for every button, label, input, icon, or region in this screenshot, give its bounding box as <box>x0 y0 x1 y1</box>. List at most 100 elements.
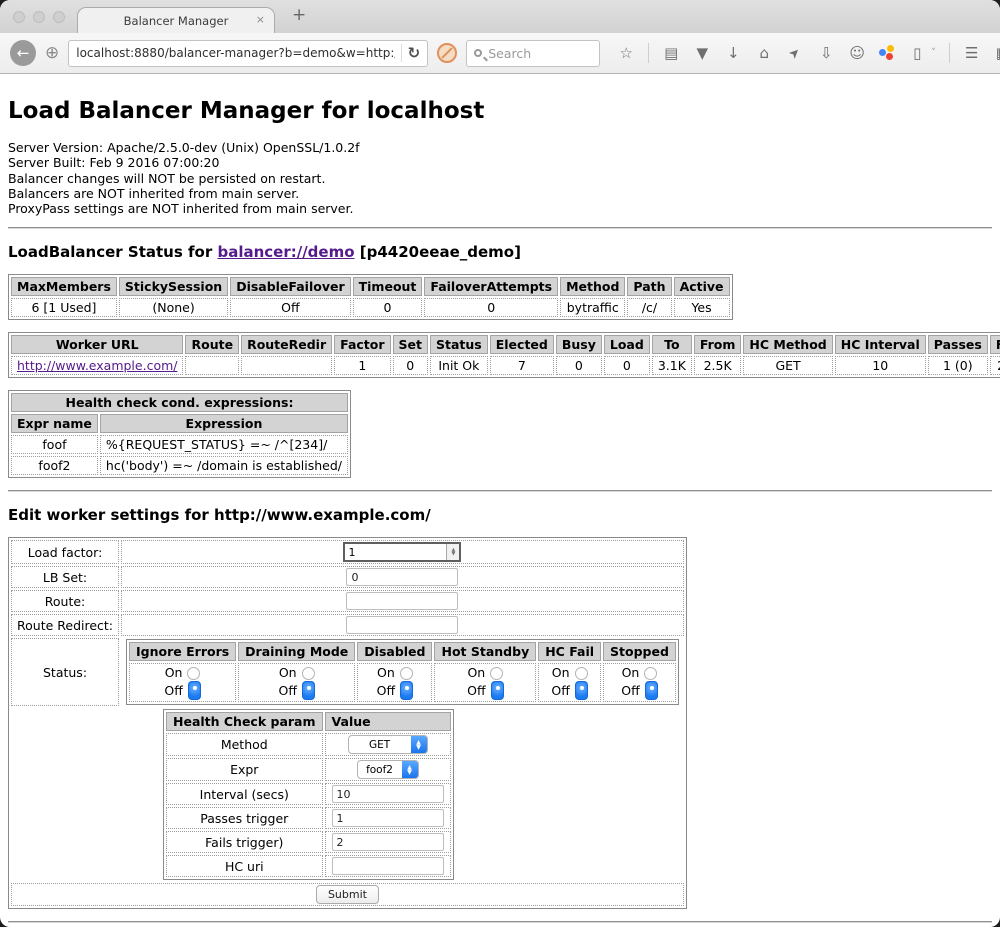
cell-timeout: 0 <box>353 298 423 317</box>
tab-balancer-manager[interactable]: Balancer Manager × <box>77 7 275 33</box>
close-window-button[interactable] <box>13 11 25 23</box>
col-passes: Passes <box>928 335 988 354</box>
col-hc-method: HC Method <box>743 335 832 354</box>
table-header-row: MaxMembers StickySession DisableFailover… <box>11 277 730 296</box>
on-label: On <box>552 665 570 681</box>
tab-grid-icon[interactable]: ▦ <box>994 44 1000 62</box>
method-select[interactable]: GET ▲▼ <box>348 735 428 754</box>
cell-expression: hc('body') =~ /domain is established/ <box>100 456 348 475</box>
col-set: Set <box>393 335 428 354</box>
off-label: Off <box>279 683 297 699</box>
containers-icon[interactable]: ▯ <box>908 44 926 62</box>
balancer-demo-link[interactable]: balancer://demo <box>217 243 354 261</box>
home-icon[interactable]: ⌂ <box>755 44 773 62</box>
back-button[interactable]: ← <box>10 40 36 66</box>
disabled-radios: On Off <box>357 663 432 702</box>
interval-input[interactable] <box>332 785 444 803</box>
col-health-value: Value <box>325 712 451 731</box>
lb-set-input[interactable] <box>346 568 458 586</box>
on-label: On <box>165 665 183 681</box>
col-elected: Elected <box>490 335 554 354</box>
hot-standby-off-radio[interactable] <box>491 681 504 700</box>
number-spinner-icon[interactable]: ▲▼ <box>446 544 459 560</box>
url-text[interactable]: localhost:8880/balancer-manager?b=demo&w… <box>76 46 394 60</box>
hot-standby-on-radio[interactable] <box>490 667 503 680</box>
toolbar-icons: ☆ ▤ ▼ ↓ ⌂ ➤ ⇩ ☺ ▯ ˅ ☰ ▦ <box>617 43 1000 63</box>
reload-icon[interactable]: ↻ <box>408 44 421 62</box>
draining-mode-off-radio[interactable] <box>302 681 315 700</box>
draining-mode-on-radio[interactable] <box>302 667 315 680</box>
health-row-expr: Expr foof2 ▲▼ <box>166 758 451 781</box>
status-header-row: Ignore Errors Draining Mode Disabled Hot… <box>129 642 676 661</box>
expr-select[interactable]: foof2 ▲▼ <box>357 760 419 779</box>
health-row-hc-uri: HC uri <box>166 855 451 877</box>
select-stepper-icon: ▲▼ <box>411 736 427 753</box>
off-label: Off <box>467 683 485 699</box>
search-input[interactable]: Search <box>466 40 600 67</box>
site-identity-globe-icon[interactable]: ⊕ <box>45 43 59 63</box>
pocket-icon[interactable]: ▼ <box>693 44 711 62</box>
disabled-on-radio[interactable] <box>400 667 413 680</box>
zoom-window-button[interactable] <box>53 11 65 23</box>
minimize-window-button[interactable] <box>33 11 45 23</box>
hc-fail-on-radio[interactable] <box>575 667 588 680</box>
col-method: Method <box>560 277 625 296</box>
fails-input[interactable] <box>332 833 444 851</box>
load-factor-label: Load factor: <box>11 540 119 564</box>
on-label: On <box>467 665 485 681</box>
ignore-errors-on-radio[interactable] <box>187 667 200 680</box>
downloads-icon[interactable]: ↓ <box>724 44 742 62</box>
save-page-icon[interactable]: ⇩ <box>817 44 835 62</box>
load-factor-input[interactable] <box>345 544 446 560</box>
menu-icon[interactable]: ☰ <box>963 44 981 62</box>
stopped-off-radio[interactable] <box>645 681 658 700</box>
load-factor-input-wrap: ▲▼ <box>343 542 461 562</box>
disabled-off-radio[interactable] <box>400 681 413 700</box>
cell-expr-name: foof <box>11 435 98 454</box>
form-row-health: Health Check param Value Method GET ▲▼ <box>11 708 684 881</box>
tab-bar: Balancer Manager × + <box>0 0 1000 33</box>
divider <box>8 490 992 492</box>
off-label: Off <box>621 683 639 699</box>
balancer-status-heading: LoadBalancer Status for balancer://demo … <box>8 243 992 261</box>
route-input[interactable] <box>346 592 458 610</box>
col-load: Load <box>604 335 650 354</box>
col-disablefailover: DisableFailover <box>230 277 350 296</box>
col-hc-interval: HC Interval <box>835 335 926 354</box>
worker-url-link[interactable]: http://www.example.com/ <box>17 358 177 373</box>
health-expressions-table: Health check cond. expressions: Expr nam… <box>8 390 351 478</box>
passes-input[interactable] <box>332 809 444 827</box>
col-to: To <box>652 335 692 354</box>
health-row-passes: Passes trigger <box>166 807 451 829</box>
cell-from: 2.5K <box>694 356 742 375</box>
blocker-addon-icon[interactable] <box>437 43 457 63</box>
col-maxmembers: MaxMembers <box>11 277 117 296</box>
route-redirect-input[interactable] <box>346 616 458 634</box>
table-header-row: Expr name Expression <box>11 414 348 433</box>
stopped-on-radio[interactable] <box>644 667 657 680</box>
ignore-errors-off-radio[interactable] <box>188 681 201 700</box>
col-worker-url: Worker URL <box>11 335 183 354</box>
reading-list-icon[interactable]: ▤ <box>662 44 680 62</box>
url-bar[interactable]: localhost:8880/balancer-manager?b=demo&w… <box>68 40 428 67</box>
cell-expr-name: foof2 <box>11 456 98 475</box>
status-label: Status: <box>11 638 119 706</box>
feedback-smiley-icon[interactable]: ☺ <box>848 44 866 62</box>
multi-account-dots-icon[interactable] <box>879 45 895 61</box>
cell-set: 0 <box>393 356 428 375</box>
hc-uri-input[interactable] <box>332 857 444 875</box>
off-label: Off <box>164 683 182 699</box>
hc-fail-off-radio[interactable] <box>575 681 588 700</box>
cell-route <box>185 356 239 375</box>
tab-close-icon[interactable]: × <box>256 13 265 26</box>
edit-worker-heading: Edit worker settings for http://www.exam… <box>8 506 992 524</box>
send-tab-icon[interactable]: ➤ <box>784 41 807 64</box>
table-row: foof2 hc('body') =~ /domain is establish… <box>11 456 348 475</box>
cell-path: /c/ <box>627 298 671 317</box>
submit-button[interactable]: Submit <box>316 885 379 904</box>
col-path: Path <box>627 277 671 296</box>
on-label: On <box>377 665 395 681</box>
new-tab-button[interactable]: + <box>292 5 306 25</box>
col-disabled: Disabled <box>357 642 432 661</box>
bookmark-star-icon[interactable]: ☆ <box>617 44 635 62</box>
